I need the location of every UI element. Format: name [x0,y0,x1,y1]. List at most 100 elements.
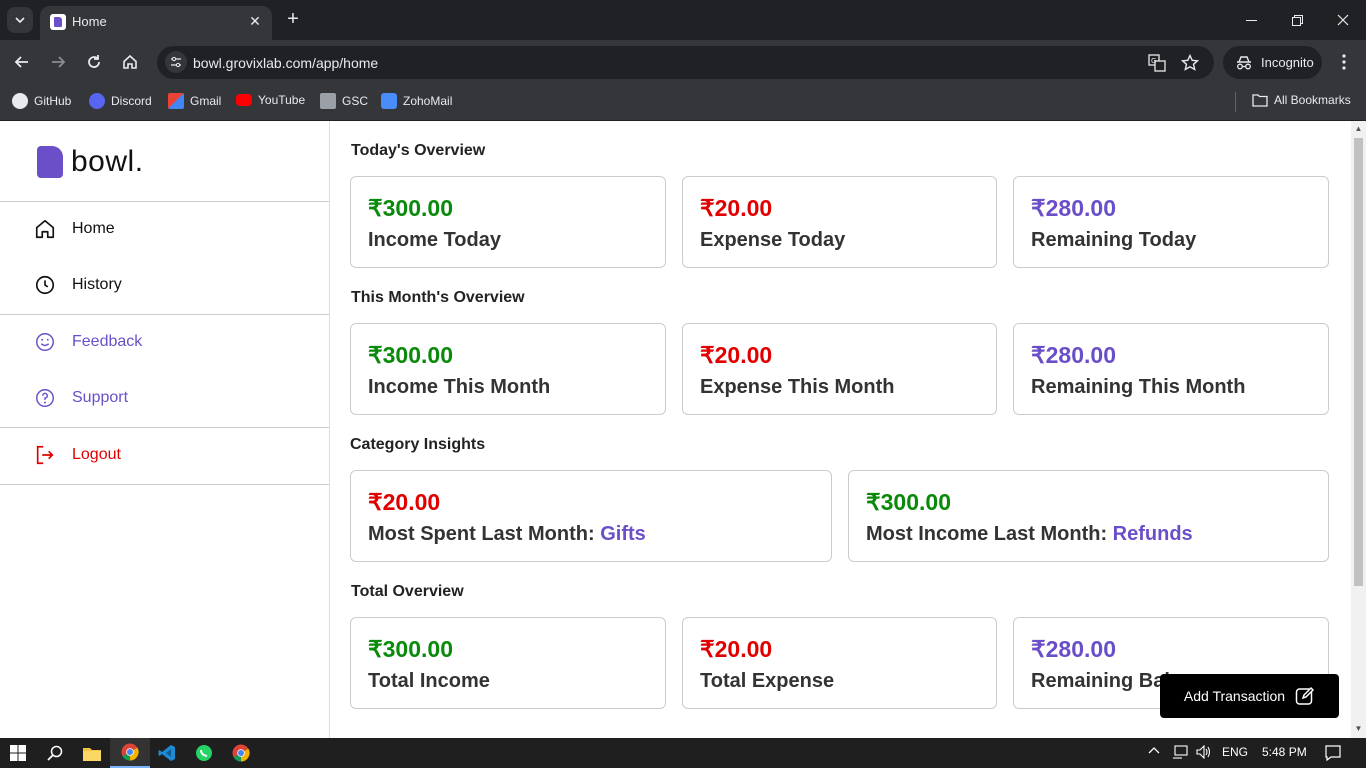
card-label: Income Today [368,229,501,251]
notifications-button[interactable] [1325,745,1341,764]
language-indicator[interactable]: ENG [1222,745,1248,759]
address-bar[interactable]: bowl.grovixlab.com/app/home G [157,46,1214,79]
amount: ₹280.00 [1031,636,1116,662]
scrollbar-thumb[interactable] [1354,138,1363,586]
browser-tab-home[interactable]: Home ✕ [40,6,272,40]
site-info-button[interactable] [165,51,187,73]
browser-toolbar: bowl.grovixlab.com/app/home G Incognito [0,40,1366,84]
bookmark-label: ZohoMail [403,94,453,108]
start-button[interactable] [6,741,30,765]
network-icon [1173,745,1188,759]
minimize-icon [1245,19,1257,21]
translate-button[interactable]: G [1147,53,1167,73]
bookmark-zohomail[interactable]: ZohoMail [381,93,452,109]
github-icon [12,93,28,109]
chrome-second-taskbar[interactable] [229,741,253,765]
show-hidden-icons-button[interactable] [1148,745,1160,760]
add-transaction-button[interactable]: Add Transaction [1160,674,1339,718]
gmail-icon [168,93,184,109]
bookmark-gmail[interactable]: Gmail [168,93,221,109]
sidebar-item-feedback[interactable]: Feedback [34,331,142,353]
close-window-button[interactable] [1320,0,1366,40]
card-total-income: ₹300.00 Total Income [350,617,666,709]
chrome-taskbar-active[interactable] [110,738,150,768]
forward-button[interactable] [46,50,70,74]
zohomail-icon [381,93,397,109]
logout-icon [36,445,54,465]
edit-icon [1295,686,1315,705]
bookmark-star-button[interactable] [1180,53,1200,73]
card-remaining-month: ₹280.00 Remaining This Month [1013,323,1329,415]
sidebar-item-history[interactable]: History [34,274,122,296]
restore-button[interactable] [1274,0,1320,40]
scroll-down-icon[interactable]: ▼ [1354,724,1363,734]
sidebar-item-home[interactable]: Home [34,218,115,240]
all-bookmarks-button[interactable]: All Bookmarks [1252,93,1351,107]
minimize-button[interactable] [1228,0,1274,40]
clock[interactable]: 5:48 PM [1262,745,1307,759]
card-label: Remaining Today [1031,229,1197,251]
sidebar-item-label: Logout [72,446,121,463]
card-label: Income This Month [368,376,551,398]
search-taskbar-button[interactable] [43,741,67,765]
card-expense-month: ₹20.00 Expense This Month [682,323,997,415]
card-label: Expense Today [700,229,846,251]
card-label: Most Spent Last Month: Gifts [368,523,646,546]
bookmark-label: GitHub [34,94,72,108]
folder-icon [1252,94,1268,107]
bookmarks-divider [1235,92,1236,112]
bookmark-github[interactable]: GitHub [12,93,71,109]
home-icon [123,54,137,69]
file-explorer-taskbar[interactable] [80,741,104,765]
bookmark-gsc[interactable]: GSC [320,93,368,109]
category-name: Refunds [1112,523,1193,545]
category-name: Gifts [600,523,646,545]
card-most-income: ₹300.00 Most Income Last Month: Refunds [848,470,1329,562]
arrow-right-icon [52,56,66,68]
logo-text: bowl. [71,145,144,178]
add-transaction-label: Add Transaction [1183,688,1286,704]
section-title-today: Today's Overview [351,142,486,159]
vscode-taskbar[interactable] [155,741,179,765]
arrow-left-icon [14,56,28,68]
translate-icon: G [1148,54,1166,72]
youtube-icon [236,94,252,106]
card-remaining-today: ₹280.00 Remaining Today [1013,176,1329,268]
whatsapp-taskbar[interactable] [192,741,216,765]
new-tab-button[interactable]: + [282,8,304,30]
sidebar-divider [0,314,329,315]
sidebar-item-logout[interactable]: Logout [34,444,121,466]
card-expense-today: ₹20.00 Expense Today [682,176,997,268]
label-prefix: Most Spent Last Month: [368,523,595,545]
reload-button[interactable] [82,50,106,74]
home-button[interactable] [118,50,142,74]
network-tray-icon[interactable] [1172,745,1188,762]
sidebar-item-support[interactable]: Support [34,387,128,409]
card-label: Total Expense [700,670,835,692]
volume-tray-icon[interactable] [1196,744,1212,762]
browser-menu-button[interactable] [1334,50,1354,74]
amount: ₹20.00 [700,195,773,221]
bookmark-discord[interactable]: Discord [89,93,152,109]
tab-search-button[interactable] [7,7,33,33]
incognito-indicator[interactable]: Incognito [1223,46,1322,79]
card-label: Most Income Last Month: Refunds [866,523,1193,546]
scroll-up-icon[interactable]: ▲ [1354,124,1363,134]
clock-icon [35,275,55,295]
bookmark-youtube[interactable]: YouTube [236,93,305,107]
amount: ₹300.00 [368,342,453,368]
sidebar-item-label: Home [72,220,115,237]
card-label: Total Income [368,670,490,692]
card-most-spent: ₹20.00 Most Spent Last Month: Gifts [350,470,832,562]
page-scrollbar[interactable]: ▲ ▼ [1351,121,1366,738]
section-title-category: Category Insights [350,436,486,453]
chevron-down-icon [15,17,25,24]
help-circle-icon [36,389,54,407]
back-button[interactable] [10,50,34,74]
close-icon [1337,14,1349,26]
amount: ₹300.00 [866,489,951,515]
amount: ₹300.00 [368,195,453,221]
amount: ₹20.00 [368,489,441,515]
app-logo[interactable]: bowl. [37,145,144,179]
close-tab-icon[interactable]: ✕ [246,12,264,30]
